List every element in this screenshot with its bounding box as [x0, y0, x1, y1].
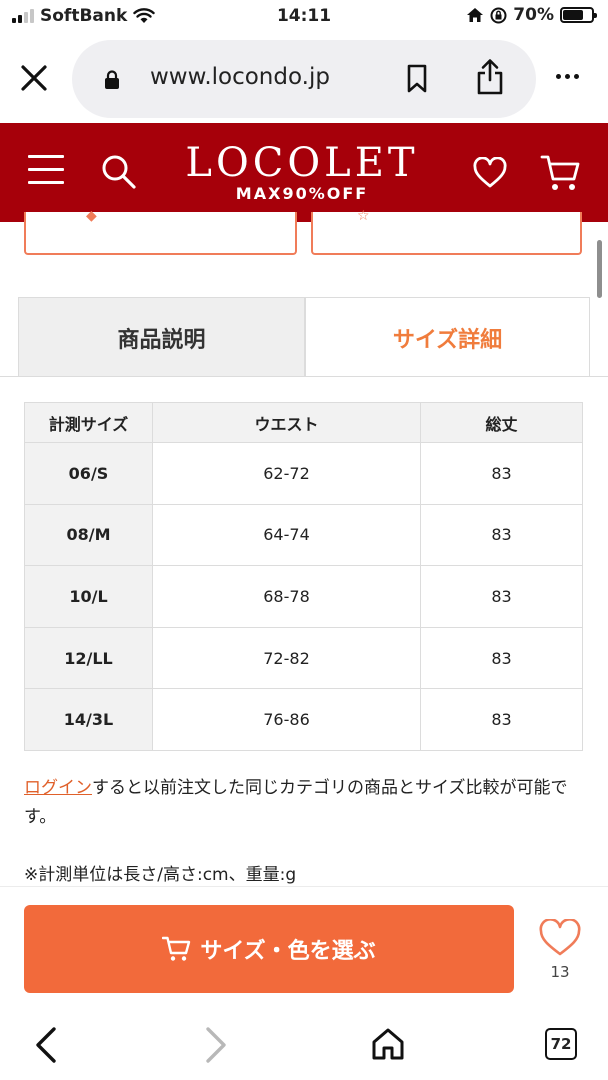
- battery-icon: [560, 7, 597, 23]
- table-row: 10/L 68-78 83: [24, 565, 583, 628]
- waist-value: 72-82: [152, 626, 421, 690]
- waist-value: 64-74: [152, 503, 421, 567]
- login-note-text: すると以前注文した同じカテゴリの商品とサイズ比較が可能です。: [24, 778, 568, 827]
- length-value: 83: [420, 688, 583, 751]
- more-options-icon[interactable]: [556, 74, 579, 79]
- bottom-action-bar: サイズ・色を選ぶ 13: [0, 886, 608, 996]
- size-label: 14/3L: [24, 688, 153, 751]
- waist-value: 68-78: [152, 565, 421, 628]
- star-icon: ☆: [357, 208, 370, 224]
- partial-action-button-right[interactable]: ☆: [311, 208, 582, 255]
- url-text: www.locondo.jp: [150, 64, 330, 90]
- column-header: 総丈: [420, 402, 583, 443]
- waist-value: 62-72: [152, 442, 421, 505]
- size-label: 06/S: [24, 442, 153, 505]
- tab-count-button[interactable]: 72: [545, 1028, 577, 1060]
- length-value: 83: [420, 626, 583, 690]
- logo-text: LOCOLET: [185, 140, 419, 186]
- close-icon[interactable]: [18, 62, 50, 94]
- battery-percent: 70%: [513, 5, 554, 25]
- tab-product-description[interactable]: 商品説明: [18, 297, 305, 377]
- cart-icon[interactable]: [540, 153, 582, 193]
- home-icon[interactable]: [370, 1026, 406, 1062]
- bookmark-icon[interactable]: [406, 64, 428, 94]
- heart-icon: [539, 918, 581, 956]
- favorite-button[interactable]: 13: [536, 918, 584, 981]
- size-label: 12/LL: [24, 626, 153, 690]
- column-header: 計測サイズ: [24, 402, 153, 443]
- product-tabs: 商品説明 サイズ詳細: [18, 297, 590, 377]
- partial-icon: ◆: [86, 208, 97, 224]
- length-value: 83: [420, 503, 583, 567]
- scrollbar[interactable]: [597, 240, 602, 298]
- orientation-lock-icon: [490, 7, 507, 23]
- table-row: 08/M 64-74 83: [24, 503, 583, 567]
- browser-toolbar: www.locondo.jp: [0, 36, 608, 120]
- back-icon[interactable]: [34, 1026, 58, 1064]
- table-header-row: 計測サイズ ウエスト 総丈: [24, 402, 583, 443]
- size-label: 08/M: [24, 503, 153, 567]
- status-bar: SoftBank 14:11 70%: [0, 0, 608, 34]
- search-icon[interactable]: [100, 153, 138, 191]
- home-status-icon: [467, 8, 484, 22]
- hamburger-menu-icon[interactable]: [28, 155, 64, 185]
- partial-action-button-left[interactable]: ◆: [24, 208, 297, 255]
- tabs-divider: [0, 376, 608, 377]
- unit-note: ※計測単位は長さ/高さ:cm、重量:g: [24, 865, 297, 885]
- waist-value: 76-86: [152, 688, 421, 751]
- size-label: 10/L: [24, 565, 153, 628]
- browser-nav-bar: 72: [0, 1010, 608, 1080]
- size-table: 計測サイズ ウエスト 総丈 06/S 62-72 83 08/M 64-74 8…: [24, 402, 583, 751]
- column-header: ウエスト: [152, 402, 421, 443]
- cart-icon: [162, 936, 191, 961]
- select-size-color-button[interactable]: サイズ・色を選ぶ: [24, 905, 514, 993]
- logo-tagline: MAX90%OFF: [235, 184, 369, 203]
- login-compare-note: ログインすると以前注文した同じカテゴリの商品とサイズ比較が可能です。: [24, 774, 580, 832]
- favorite-count: 13: [550, 963, 570, 981]
- forward-icon[interactable]: [204, 1026, 228, 1064]
- site-logo[interactable]: LOCOLET MAX90%OFF: [180, 141, 424, 203]
- favorites-heart-icon[interactable]: [472, 157, 508, 189]
- lock-icon: [105, 70, 119, 89]
- tab-size-detail[interactable]: サイズ詳細: [305, 297, 590, 377]
- select-button-label: サイズ・色を選ぶ: [200, 939, 376, 964]
- url-bar[interactable]: www.locondo.jp: [72, 40, 536, 118]
- table-row: 06/S 62-72 83: [24, 442, 583, 505]
- table-row: 14/3L 76-86 83: [24, 688, 583, 751]
- table-row: 12/LL 72-82 83: [24, 626, 583, 690]
- length-value: 83: [420, 442, 583, 505]
- length-value: 83: [420, 565, 583, 628]
- share-icon[interactable]: [474, 58, 506, 96]
- login-link[interactable]: ログイン: [24, 778, 92, 798]
